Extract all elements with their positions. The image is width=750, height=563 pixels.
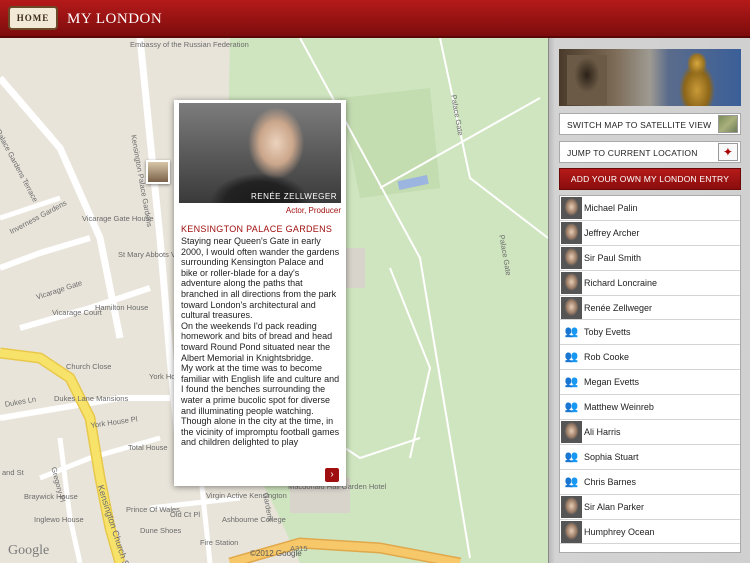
map-label: Total House — [128, 443, 168, 452]
people-icon: 👥 — [561, 470, 582, 493]
person-name: Megan Evetts — [584, 377, 640, 388]
map-pin-avatar[interactable] — [146, 160, 170, 184]
compass-icon: ✦ — [718, 143, 738, 161]
popup-photo: RENÉE ZELLWEGER — [179, 103, 341, 203]
current-location-button[interactable]: JUMP TO CURRENT LOCATION ✦ — [559, 141, 741, 163]
list-item[interactable]: 👥 Sophia Stuart — [560, 445, 740, 470]
map-label: Vicarage Gate House — [82, 214, 154, 223]
popup-role: Actor, Producer — [285, 206, 341, 215]
avatar — [561, 421, 582, 444]
list-item[interactable]: Sir Alan Parker — [560, 495, 740, 520]
list-item[interactable]: 👥 Toby Evetts — [560, 320, 740, 346]
person-name: Rob Cooke — [584, 352, 630, 363]
map-label: Virgin Active Kensington — [206, 491, 287, 500]
list-item[interactable]: Humphrey Ocean — [560, 520, 740, 545]
list-item[interactable]: 👥 Chris Barnes — [560, 470, 740, 495]
people-icon: 👥 — [561, 445, 582, 468]
add-entry-button[interactable]: ADD YOUR OWN MY LONDON ENTRY — [559, 168, 741, 190]
map-label: Embassy of the Russian Federation — [130, 40, 249, 49]
page-title: MY LONDON — [67, 11, 163, 27]
list-item[interactable]: 👥 Megan Evetts — [560, 370, 740, 396]
person-name: Humphrey Ocean — [584, 526, 655, 537]
map-label: Vicarage Court — [52, 308, 102, 317]
list-item[interactable]: Michael Palin — [560, 196, 740, 221]
avatar — [561, 221, 582, 244]
avatar — [561, 197, 582, 219]
sidebar-banner-image — [559, 49, 741, 106]
popup-more-arrow-icon[interactable]: › — [325, 468, 339, 482]
satellite-view-label: SWITCH MAP TO SATELLITE VIEW — [567, 120, 712, 130]
people-icon: 👥 — [561, 371, 582, 394]
map-label: Dukes Lane Mansions — [54, 394, 129, 403]
satellite-map-icon — [718, 115, 738, 133]
map-label: Fire Station — [200, 538, 239, 547]
person-name: Sir Alan Parker — [584, 501, 645, 512]
map-label: Braywick House — [24, 492, 78, 501]
people-icon: 👥 — [561, 396, 582, 419]
list-item[interactable]: Richard Loncraine — [560, 271, 740, 296]
home-button[interactable]: HOME — [8, 6, 58, 30]
map-label: and St — [2, 468, 24, 477]
google-logo: Google — [8, 543, 50, 558]
banner-arch — [567, 55, 607, 105]
map-label: Hamilton House — [95, 303, 149, 312]
popup-place: KENSINGTON PALACE GARDENS — [181, 224, 333, 234]
map-label: Inglewo House — [34, 515, 84, 524]
banner-statue — [677, 53, 717, 106]
avatar — [561, 296, 582, 319]
satellite-view-button[interactable]: SWITCH MAP TO SATELLITE VIEW — [559, 113, 741, 135]
sidebar: SWITCH MAP TO SATELLITE VIEW JUMP TO CUR… — [548, 38, 750, 563]
current-location-label: JUMP TO CURRENT LOCATION — [567, 148, 698, 158]
entry-popup: RENÉE ZELLWEGER Actor, Producer KENSINGT… — [174, 100, 346, 486]
people-icon: 👥 — [561, 346, 582, 369]
person-name: Jeffrey Archer — [584, 227, 640, 238]
list-item[interactable]: 👥 Matthew Weinreb — [560, 395, 740, 421]
person-name: Toby Evetts — [584, 327, 631, 338]
map-label: Old Ct Pl — [170, 510, 201, 519]
popup-photo-name: RENÉE ZELLWEGER — [250, 192, 337, 201]
app-header: HOME MY LONDON — [0, 0, 750, 38]
person-name: Michael Palin — [584, 203, 638, 213]
map-label: Dune Shoes — [140, 526, 182, 535]
person-name: Sir Paul Smith — [584, 252, 642, 263]
list-item[interactable]: Sir Paul Smith — [560, 246, 740, 271]
list-item[interactable]: Renée Zellweger — [560, 296, 740, 321]
map-label: Ashbourne College — [222, 515, 286, 524]
map-label: Church Close — [66, 362, 112, 371]
avatar — [561, 520, 582, 543]
list-item[interactable]: Jeffrey Archer — [560, 221, 740, 246]
people-icon: 👥 — [561, 321, 582, 344]
person-name: Renée Zellweger — [584, 302, 653, 313]
person-name: Richard Loncraine — [584, 277, 658, 288]
popup-text[interactable]: Staying near Queen's Gate in early 2000,… — [181, 236, 341, 454]
list-item[interactable]: 👥 Rob Cooke — [560, 345, 740, 371]
person-name: Sophia Stuart — [584, 451, 639, 462]
map-label: York Ho — [149, 372, 176, 381]
people-list[interactable]: Michael Palin Jeffrey Archer Sir Paul Sm… — [559, 195, 741, 553]
person-name: Chris Barnes — [584, 476, 637, 487]
avatar — [561, 271, 582, 294]
list-item[interactable]: Ali Harris — [560, 420, 740, 445]
avatar — [561, 246, 582, 269]
person-name: Ali Harris — [584, 427, 621, 438]
person-name: Matthew Weinreb — [584, 402, 654, 413]
avatar — [561, 495, 582, 518]
map-copyright: ©2012 Google — [250, 549, 302, 558]
